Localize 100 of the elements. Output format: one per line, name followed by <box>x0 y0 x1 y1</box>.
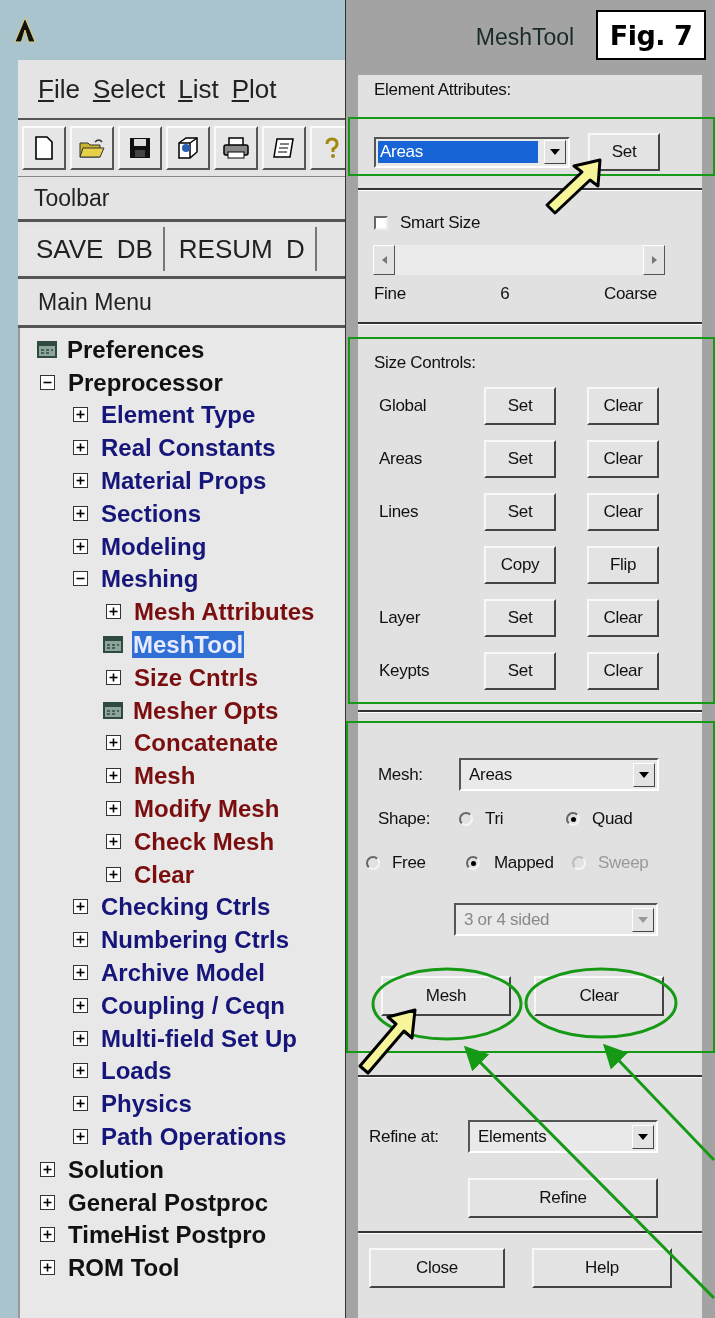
tree-item[interactable]: Preferences <box>66 335 206 363</box>
tree-item[interactable]: Check Mesh <box>133 827 276 855</box>
tree-item[interactable]: Clear <box>133 860 196 888</box>
print-button[interactable] <box>214 126 258 170</box>
expand-icon[interactable] <box>40 1260 55 1276</box>
clear-button[interactable]: Clear <box>534 976 664 1016</box>
tree-item[interactable]: Material Props <box>100 467 268 495</box>
collapse-icon[interactable] <box>73 571 88 587</box>
tree-item[interactable]: MeshTool <box>132 631 245 659</box>
save-button[interactable] <box>118 126 162 170</box>
clear-button[interactable]: Clear <box>587 440 659 478</box>
tree-item[interactable]: Modify Mesh <box>133 795 281 823</box>
tree-item[interactable]: Physics <box>100 1090 193 1118</box>
tree-item[interactable]: Concatenate <box>133 729 280 757</box>
expand-icon[interactable] <box>40 1161 55 1177</box>
refine-button[interactable]: Refine <box>468 1178 658 1218</box>
set-button[interactable]: Set <box>484 652 556 690</box>
expand-icon[interactable] <box>106 833 121 849</box>
dropdown[interactable]: Elements <box>468 1120 658 1153</box>
new-file-button[interactable] <box>22 126 66 170</box>
tree-item[interactable]: Numbering Ctrls <box>100 926 290 954</box>
set-button[interactable]: Set <box>484 440 556 478</box>
tree-item[interactable]: Element Type <box>100 401 257 429</box>
clear-button[interactable]: Clear <box>587 387 659 425</box>
dropdown-arrow-icon <box>638 916 648 923</box>
expand-icon[interactable] <box>73 1096 88 1112</box>
menu-item[interactable]: Select <box>92 73 166 105</box>
main-menu-title: Main Menu <box>38 288 152 316</box>
expand-icon[interactable] <box>106 801 121 817</box>
expand-icon[interactable] <box>106 735 121 751</box>
tree-item[interactable]: Size Cntrls <box>133 663 260 691</box>
dropdown-value: 3 or 4 sided <box>463 908 551 931</box>
report-button[interactable] <box>262 126 306 170</box>
collapse-icon[interactable] <box>40 374 55 390</box>
slider-max-label: Coarse <box>603 283 657 305</box>
tree-item[interactable]: Mesher Opts <box>132 696 280 724</box>
tree-item[interactable]: Archive Model <box>100 959 267 987</box>
expand-icon[interactable] <box>73 932 88 948</box>
expand-icon[interactable] <box>73 997 88 1013</box>
pointer-arrow <box>358 1008 417 1075</box>
menu-item[interactable]: Plot <box>231 73 277 105</box>
radio-button[interactable] <box>466 856 480 870</box>
expand-icon[interactable] <box>73 407 88 423</box>
help-button[interactable] <box>310 126 345 170</box>
help-button[interactable]: Help <box>532 1248 672 1288</box>
expand-icon[interactable] <box>73 440 88 456</box>
dropdown[interactable]: Areas <box>374 136 570 168</box>
tree-item[interactable]: Coupling / Ceqn <box>100 991 286 1019</box>
tree-item[interactable]: General Postproc <box>67 1188 270 1216</box>
document-icon <box>34 136 54 160</box>
set-button[interactable]: Copy <box>484 546 556 584</box>
expand-icon[interactable] <box>73 1063 88 1079</box>
resume-button[interactable] <box>166 126 210 170</box>
tree-item[interactable]: Path Operations <box>100 1123 288 1150</box>
expand-icon[interactable] <box>73 899 88 915</box>
expand-icon[interactable] <box>73 505 88 521</box>
expand-icon[interactable] <box>40 1194 55 1210</box>
tree-item[interactable]: ROM Tool <box>67 1254 181 1282</box>
tree-item[interactable]: Loads <box>100 1057 173 1085</box>
tree-item[interactable]: Solution <box>67 1155 165 1183</box>
radio-button[interactable] <box>566 812 580 826</box>
set-button[interactable]: Set <box>484 387 556 425</box>
tree-item[interactable]: Checking Ctrls <box>100 893 272 921</box>
open-button[interactable] <box>70 126 114 170</box>
mesh-button[interactable]: Mesh <box>381 976 511 1016</box>
expand-icon[interactable] <box>106 866 121 882</box>
expand-icon[interactable] <box>73 965 88 981</box>
radio-button[interactable] <box>459 812 473 826</box>
dropdown[interactable]: Areas <box>459 758 659 791</box>
tree-item[interactable]: Modeling <box>100 532 208 560</box>
radio-button[interactable] <box>366 856 380 870</box>
clear-button[interactable]: Clear <box>587 652 659 690</box>
tree-item[interactable]: TimeHist Postpro <box>67 1221 268 1249</box>
expand-icon[interactable] <box>106 604 121 620</box>
expand-icon[interactable] <box>73 473 88 489</box>
tree-item[interactable]: Multi-field Set Up <box>100 1024 298 1052</box>
menu-item[interactable]: List <box>178 73 219 105</box>
dialog-title: MeshTool <box>475 24 575 51</box>
tree-item[interactable]: Preprocessor <box>67 368 224 396</box>
close-button[interactable]: Close <box>369 1248 505 1288</box>
menu-item[interactable]: File <box>38 73 80 105</box>
checkbox[interactable] <box>374 216 388 230</box>
clear-button[interactable]: Clear <box>587 599 659 637</box>
expand-icon[interactable] <box>73 1129 88 1144</box>
tree-item[interactable]: Meshing <box>100 565 200 593</box>
expand-icon[interactable] <box>106 768 121 784</box>
expand-icon[interactable] <box>40 1227 55 1243</box>
tree-item[interactable]: Mesh Attributes <box>133 598 316 626</box>
tree-item[interactable]: Mesh <box>133 762 197 790</box>
clear-button[interactable]: Clear <box>587 493 659 531</box>
expand-icon[interactable] <box>106 669 121 685</box>
set-button[interactable]: Set <box>484 493 556 531</box>
field-label: Shape: <box>378 809 432 829</box>
set-button[interactable]: Set <box>484 599 556 637</box>
tree-item[interactable]: Sections <box>100 499 203 527</box>
expand-icon[interactable] <box>73 1030 88 1046</box>
tree-item[interactable]: Real Constants <box>100 434 277 462</box>
expand-icon[interactable] <box>73 538 88 554</box>
clear-button[interactable]: Flip <box>587 546 659 584</box>
set-button[interactable]: Set <box>588 133 660 171</box>
